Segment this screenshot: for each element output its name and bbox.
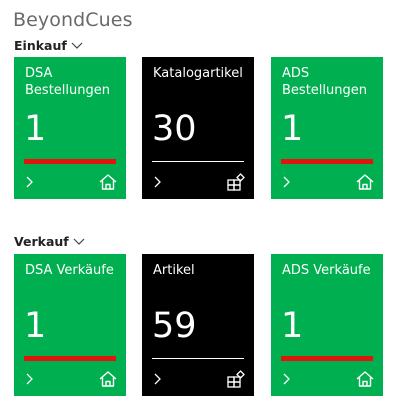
group-title: Verkauf [14, 234, 69, 249]
tile-katalogartikel[interactable]: Katalogartikel 30 [142, 57, 254, 199]
catalog-icon[interactable] [226, 172, 246, 192]
page-title: BeyondCues [13, 9, 133, 31]
home-icon[interactable] [355, 172, 375, 192]
tile-label: DSA Verkäufe [25, 263, 114, 278]
chevron-right-icon[interactable] [152, 175, 162, 189]
tile-ads-verkaeufe[interactable]: ADS Verkäufe 1 [271, 254, 383, 396]
tile-indicator-bar [24, 159, 116, 164]
chevron-down-icon [73, 238, 85, 246]
chevron-right-icon[interactable] [24, 175, 34, 189]
home-icon[interactable] [355, 369, 375, 389]
tile-value: 59 [152, 306, 197, 346]
tile-indicator-bar [281, 159, 373, 164]
tile-dsa-verkaeufe[interactable]: DSA Verkäufe 1 [14, 254, 126, 396]
home-icon[interactable] [98, 172, 118, 192]
tile-ads-bestellungen[interactable]: ADS Bestellungen 1 [271, 57, 383, 199]
tile-indicator-bar [281, 356, 373, 361]
group-header-einkauf[interactable]: Einkauf [14, 38, 83, 53]
home-icon[interactable] [98, 369, 118, 389]
tile-value: 1 [24, 306, 47, 346]
tile-dsa-bestellungen[interactable]: DSA Bestellungen 1 [14, 57, 126, 199]
group-header-verkauf[interactable]: Verkauf [14, 234, 85, 249]
tile-label: DSA Bestellungen [25, 66, 110, 98]
tile-value: 1 [281, 306, 304, 346]
group-title: Einkauf [14, 38, 67, 53]
tile-label: Katalogartikel [153, 66, 243, 81]
tile-indicator-bar [24, 356, 116, 361]
chevron-right-icon[interactable] [24, 372, 34, 386]
tile-label: ADS Bestellungen [282, 66, 367, 98]
tile-value: 30 [152, 109, 197, 149]
tile-value: 1 [24, 109, 47, 149]
chevron-down-icon [71, 42, 83, 50]
tile-label: Artikel [153, 263, 195, 278]
catalog-icon[interactable] [226, 369, 246, 389]
tile-artikel[interactable]: Artikel 59 [142, 254, 254, 396]
tile-label: ADS Verkäufe [282, 263, 371, 278]
chevron-right-icon[interactable] [281, 372, 291, 386]
tile-value: 1 [281, 109, 304, 149]
tile-divider [152, 358, 244, 359]
chevron-right-icon[interactable] [152, 372, 162, 386]
tile-divider [152, 161, 244, 162]
chevron-right-icon[interactable] [281, 175, 291, 189]
